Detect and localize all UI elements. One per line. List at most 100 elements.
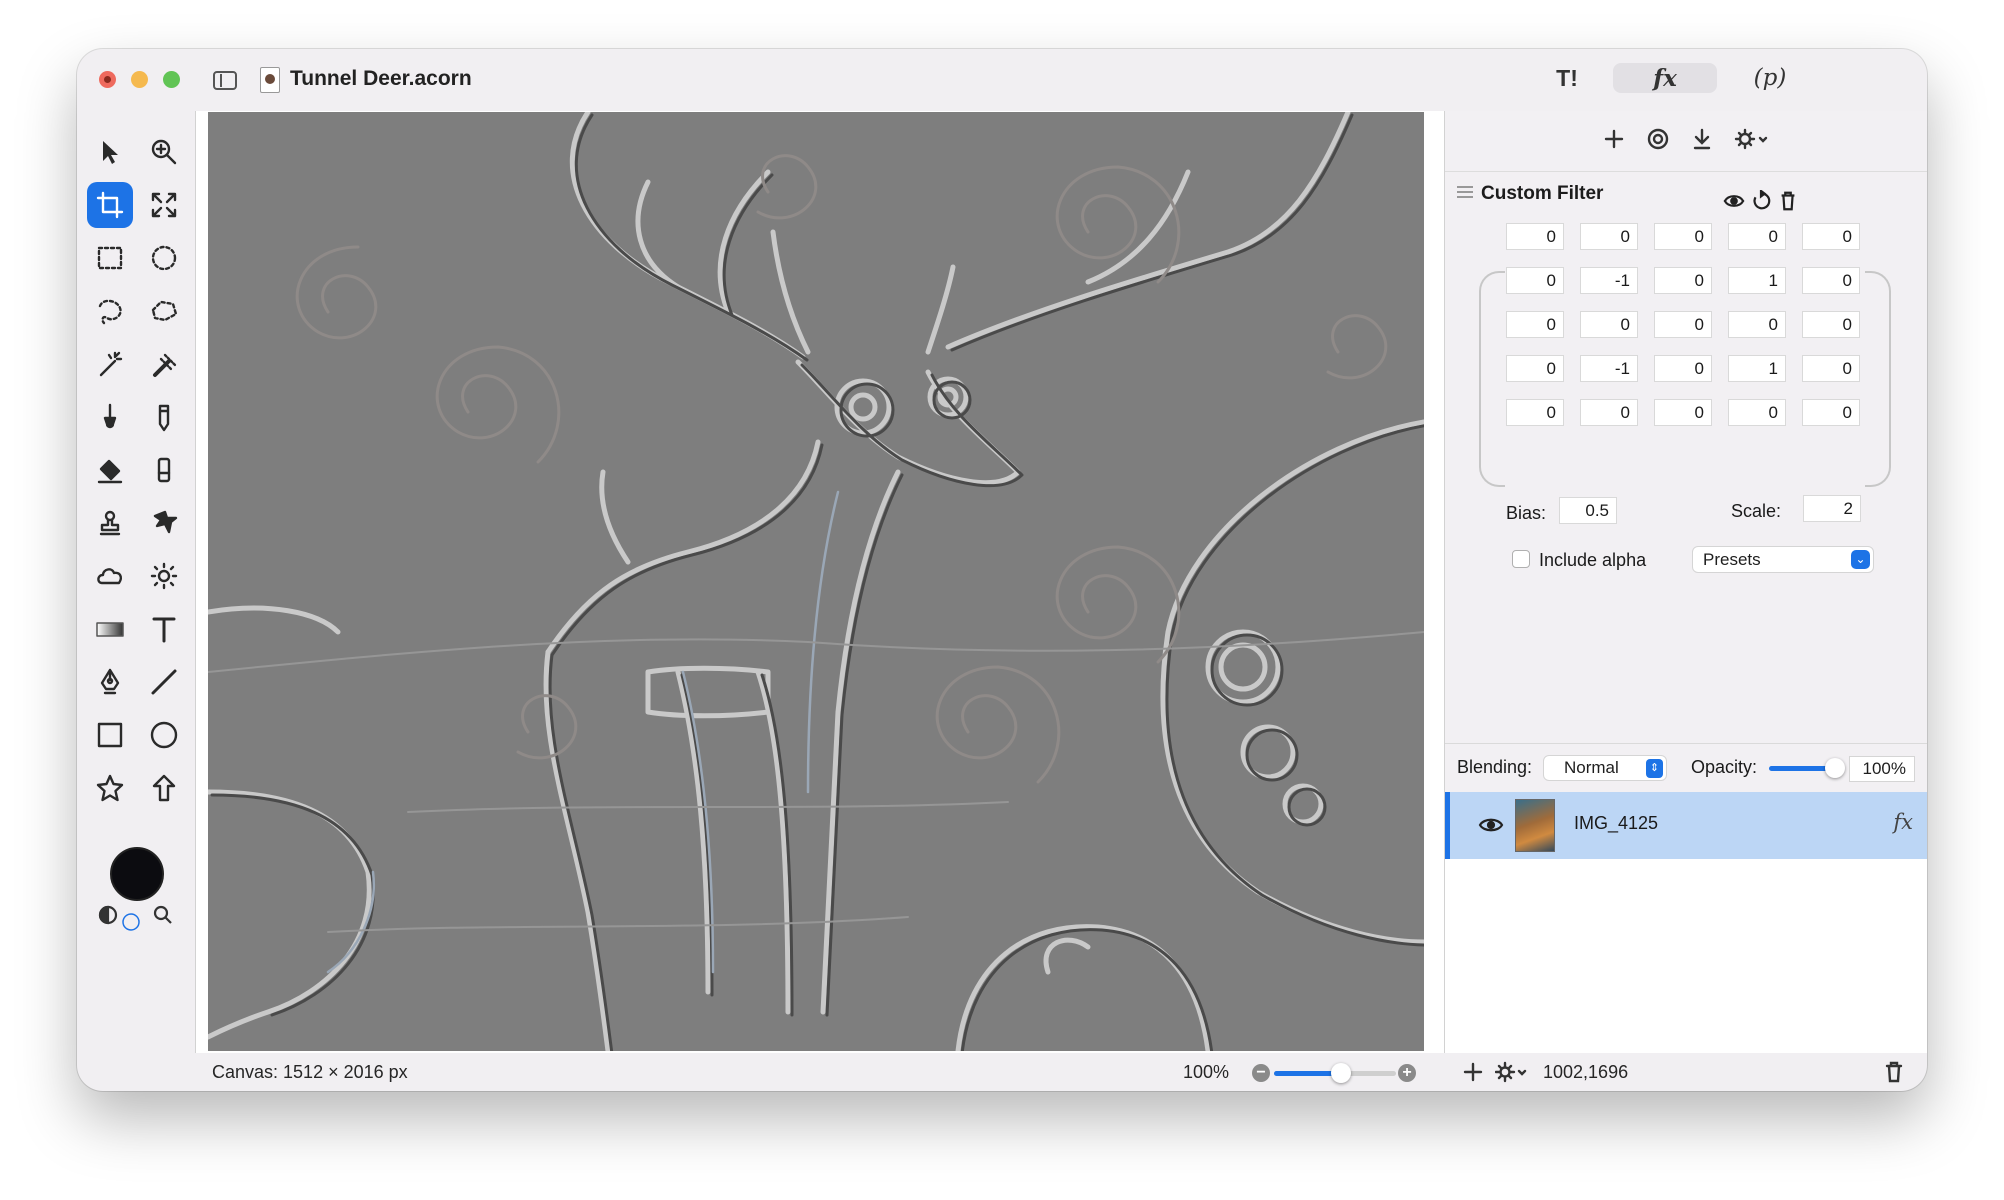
minimize-window-button[interactable] <box>131 71 148 88</box>
cursor-coordinates: 1002,1696 <box>1543 1062 1629 1082</box>
oval-shape-button[interactable] <box>141 712 187 758</box>
scale-field[interactable]: 2 <box>1803 495 1861 522</box>
zoom-slider[interactable]: − + <box>1252 1062 1418 1084</box>
zoom-out-button[interactable]: − <box>1252 1064 1270 1082</box>
matrix-cell[interactable]: 0 <box>1802 267 1860 294</box>
bias-field[interactable]: 0.5 <box>1559 497 1617 524</box>
delete-layer-button[interactable] <box>1883 1061 1905 1088</box>
filter-actions-menu[interactable] <box>1732 125 1772 153</box>
properties-segment-button[interactable]: (p) <box>1737 63 1803 93</box>
dodge-button[interactable] <box>141 553 187 599</box>
drag-handle-icon[interactable] <box>1457 186 1473 198</box>
add-layer-button[interactable] <box>1462 1061 1484 1088</box>
matrix-cell[interactable]: 0 <box>1654 223 1712 250</box>
filters-toolbar <box>1445 119 1927 159</box>
brush-button[interactable] <box>87 394 133 440</box>
canvas-image[interactable] <box>208 112 1424 1051</box>
opacity-knob[interactable] <box>1825 758 1845 778</box>
close-window-button[interactable] <box>99 71 116 88</box>
matrix-cell[interactable]: 0 <box>1802 311 1860 338</box>
matrix-cell[interactable]: -1 <box>1580 267 1638 294</box>
filters-segment-button[interactable]: fx <box>1613 63 1717 93</box>
scale-label: Scale: <box>1731 501 1782 521</box>
download-icon <box>1693 128 1711 150</box>
matrix-cell[interactable]: 0 <box>1580 399 1638 426</box>
opacity-field[interactable]: 100% <box>1849 756 1915 782</box>
zoom-knob[interactable] <box>1331 1063 1352 1083</box>
matrix-cell[interactable]: 0 <box>1802 223 1860 250</box>
matrix-cell[interactable]: 1 <box>1728 267 1786 294</box>
reset-filter-button[interactable] <box>1749 189 1773 213</box>
burn-button[interactable] <box>87 553 133 599</box>
color-picker-button[interactable] <box>152 904 174 926</box>
matrix-cell[interactable]: 0 <box>1506 399 1564 426</box>
zoom-in-button[interactable]: + <box>1398 1064 1416 1082</box>
layer-fx-badge[interactable]: fx <box>1893 810 1913 834</box>
zoom-tool-button[interactable] <box>141 129 187 175</box>
apply-filter-button[interactable] <box>1688 125 1716 153</box>
arrow-shape-button[interactable] <box>141 765 187 811</box>
paint-bucket-button[interactable] <box>87 447 133 493</box>
sidebar-toggle-icon[interactable] <box>213 71 237 90</box>
matrix-cell[interactable]: 0 <box>1728 311 1786 338</box>
matrix-cell[interactable]: 0 <box>1654 355 1712 382</box>
layer-row[interactable]: IMG_4125 fx <box>1445 792 1927 859</box>
matrix-cell[interactable]: 0 <box>1802 399 1860 426</box>
arrow-tool-icon <box>103 141 118 164</box>
matrix-cell[interactable]: 0 <box>1506 311 1564 338</box>
matrix-cell[interactable]: 0 <box>1506 355 1564 382</box>
pencil-button[interactable] <box>141 394 187 440</box>
delete-filter-button[interactable] <box>1776 189 1800 213</box>
ellipse-select-icon <box>151 245 177 271</box>
matrix-cell[interactable]: 0 <box>1580 223 1638 250</box>
polygon-lasso-button[interactable] <box>141 288 187 334</box>
matrix-cell[interactable]: 0 <box>1580 311 1638 338</box>
matrix-cell[interactable]: 0 <box>1506 223 1564 250</box>
add-filter-button[interactable] <box>1600 125 1628 153</box>
layer-visibility-toggle[interactable] <box>1478 814 1504 836</box>
clone-stamp-button[interactable] <box>87 500 133 546</box>
instant-alpha-button[interactable] <box>141 341 187 387</box>
toggle-filter-visibility-button[interactable] <box>1722 189 1746 213</box>
matrix-cell[interactable]: 0 <box>1506 267 1564 294</box>
line-button[interactable] <box>141 659 187 705</box>
gradient-button[interactable] <box>87 606 133 652</box>
blend-mode-select[interactable]: Normal ⇕ <box>1543 755 1667 781</box>
crop-tool-button[interactable] <box>87 182 133 228</box>
layer-name[interactable]: IMG_4125 <box>1574 813 1658 834</box>
matrix-cell[interactable]: 0 <box>1802 355 1860 382</box>
tools-segment-button[interactable]: T! <box>1537 63 1597 93</box>
rect-select-button[interactable] <box>87 235 133 281</box>
star-shape-button[interactable] <box>87 765 133 811</box>
swap-colors-button[interactable] <box>97 904 119 926</box>
trash-icon <box>1885 1061 1903 1083</box>
rectangle-shape-button[interactable] <box>87 712 133 758</box>
eraser-button[interactable] <box>141 447 187 493</box>
layer-actions-menu[interactable] <box>1494 1061 1529 1088</box>
canvas-scroll-area[interactable] <box>195 111 1445 1053</box>
matrix-cell[interactable]: -1 <box>1580 355 1638 382</box>
paint-bucket-icon <box>97 459 123 484</box>
lasso-button[interactable] <box>87 288 133 334</box>
matrix-left-brace <box>1479 271 1505 487</box>
smudge-button[interactable] <box>141 500 187 546</box>
matrix-cell[interactable]: 0 <box>1728 399 1786 426</box>
arrow-tool-button[interactable] <box>87 129 133 175</box>
matrix-cell[interactable]: 0 <box>1728 223 1786 250</box>
transform-tool-button[interactable] <box>141 182 187 228</box>
matrix-cell[interactable]: 1 <box>1728 355 1786 382</box>
zoom-window-button[interactable] <box>163 71 180 88</box>
ellipse-select-button[interactable] <box>141 235 187 281</box>
text-button[interactable] <box>141 606 187 652</box>
background-color-well[interactable] <box>120 911 142 933</box>
matrix-cell[interactable]: 0 <box>1654 399 1712 426</box>
pen-button[interactable] <box>87 659 133 705</box>
matrix-cell[interactable]: 0 <box>1654 311 1712 338</box>
include-alpha-checkbox[interactable] <box>1512 550 1530 568</box>
magic-wand-button[interactable] <box>87 341 133 387</box>
matrix-cell[interactable]: 0 <box>1654 267 1712 294</box>
filter-mask-button[interactable] <box>1644 125 1672 153</box>
presets-dropdown[interactable]: Presets ⌄ <box>1692 546 1874 573</box>
tools-segment-label: T! <box>1556 64 1578 91</box>
foreground-color-well[interactable] <box>110 847 164 901</box>
